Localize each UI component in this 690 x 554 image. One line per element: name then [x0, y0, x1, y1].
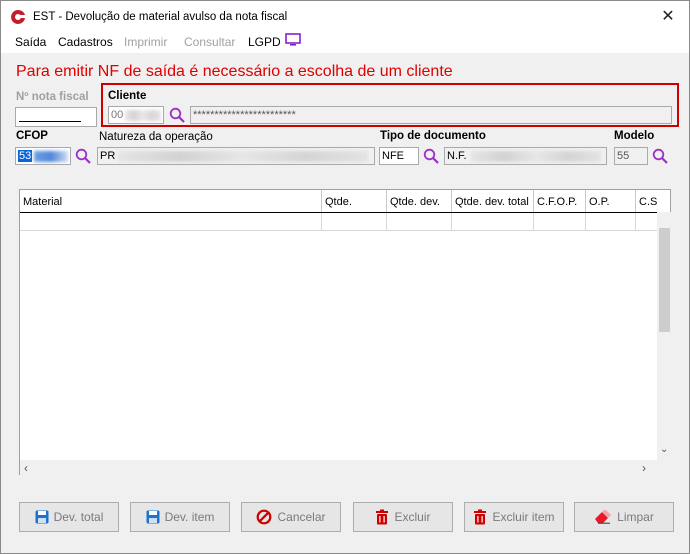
tipo-documento-search-icon[interactable]: [423, 148, 439, 164]
dev-total-label: Dev. total: [53, 510, 104, 524]
cancelar-label: Cancelar: [277, 510, 326, 524]
column-header-op[interactable]: O.P.: [586, 190, 636, 212]
cfop-search-icon[interactable]: [75, 148, 91, 164]
cancelar-button[interactable]: Cancelar: [241, 502, 341, 532]
trash-icon: [474, 509, 487, 525]
trash-icon: [376, 509, 389, 525]
column-header-qtde-dev[interactable]: Qtde. dev.: [387, 190, 452, 212]
cliente-search-icon[interactable]: [169, 107, 185, 123]
column-header-cfop[interactable]: C.F.O.P.: [534, 190, 586, 212]
menu-bar: Saída Cadastros Imprimir Consultar LGPD: [1, 31, 689, 53]
horizontal-scrollbar[interactable]: ‹ ›: [20, 460, 657, 475]
cell-divider: [451, 213, 452, 231]
natureza-label: Natureza da operação: [99, 131, 213, 143]
cliente-code-field[interactable]: 00: [108, 106, 164, 124]
cancel-icon: [257, 509, 272, 525]
scroll-corner: [657, 460, 671, 475]
tipo-documento-label: Tipo de documento: [380, 130, 486, 142]
limpar-label: Limpar: [617, 510, 654, 524]
scroll-down-icon[interactable]: ⌄: [660, 444, 668, 455]
excluir-item-button[interactable]: Excluir item: [464, 502, 564, 532]
save-icon: [35, 510, 49, 524]
save-icon: [146, 510, 160, 524]
dev-item-button[interactable]: Dev. item: [130, 502, 230, 532]
monitor-icon[interactable]: [285, 33, 301, 47]
cfop-field[interactable]: 53: [15, 147, 71, 165]
title-bar: EST - Devolução de material avulso da no…: [1, 1, 689, 31]
cell-divider: [386, 213, 387, 231]
excluir-item-label: Excluir item: [492, 510, 555, 524]
cliente-name-field: ************************: [190, 106, 672, 124]
menu-cadastros[interactable]: Cadastros: [58, 35, 113, 49]
modelo-field: 55: [614, 147, 648, 165]
limpar-button[interactable]: Limpar: [574, 502, 674, 532]
column-header-material[interactable]: Material: [20, 190, 322, 212]
table-row[interactable]: [20, 230, 658, 231]
column-header-cs[interactable]: C.S: [636, 190, 658, 212]
nota-fiscal-field[interactable]: [15, 107, 97, 127]
header-divider: [20, 212, 658, 213]
cell-divider: [321, 213, 322, 231]
window: EST - Devolução de material avulso da no…: [0, 0, 690, 554]
cfop-label: CFOP: [16, 130, 48, 142]
nota-fiscal-label: Nº nota fiscal: [16, 91, 89, 103]
vertical-scrollbar[interactable]: ⌄: [657, 212, 671, 460]
close-icon: ✕: [661, 8, 675, 25]
warning-message: Para emitir NF de saída é necessário a e…: [16, 63, 453, 80]
modelo-search-icon[interactable]: [652, 148, 668, 164]
cell-divider: [635, 213, 636, 231]
menu-imprimir[interactable]: Imprimir: [124, 35, 167, 49]
excluir-button[interactable]: Excluir: [353, 502, 453, 532]
cell-divider: [533, 213, 534, 231]
column-header-qtde-dev-total[interactable]: Qtde. dev. total: [452, 190, 534, 212]
menu-saida[interactable]: Saída: [15, 35, 46, 49]
dev-total-button[interactable]: Dev. total: [19, 502, 119, 532]
menu-consultar[interactable]: Consultar: [184, 35, 235, 49]
close-button[interactable]: ✕: [655, 5, 681, 29]
excluir-label: Excluir: [394, 510, 431, 524]
modelo-label: Modelo: [614, 130, 655, 142]
app-logo-icon: [11, 9, 25, 24]
cliente-label: Cliente: [108, 90, 147, 102]
dev-item-label: Dev. item: [164, 510, 215, 524]
vertical-scroll-thumb[interactable]: [659, 228, 670, 332]
scroll-left-icon[interactable]: ‹: [24, 461, 28, 475]
eraser-icon: [595, 510, 612, 524]
natureza-field: PR: [97, 147, 375, 165]
scroll-right-icon[interactable]: ›: [642, 461, 646, 475]
tipo-documento-desc-field: N.F.: [444, 147, 607, 165]
cell-divider: [585, 213, 586, 231]
column-header-qtde[interactable]: Qtde.: [322, 190, 387, 212]
window-title: EST - Devolução de material avulso da no…: [33, 11, 288, 23]
menu-lgpd[interactable]: LGPD: [248, 35, 281, 49]
materials-table[interactable]: Material Qtde. Qtde. dev. Qtde. dev. tot…: [19, 189, 671, 475]
tipo-documento-code-field[interactable]: NFE: [379, 147, 419, 165]
